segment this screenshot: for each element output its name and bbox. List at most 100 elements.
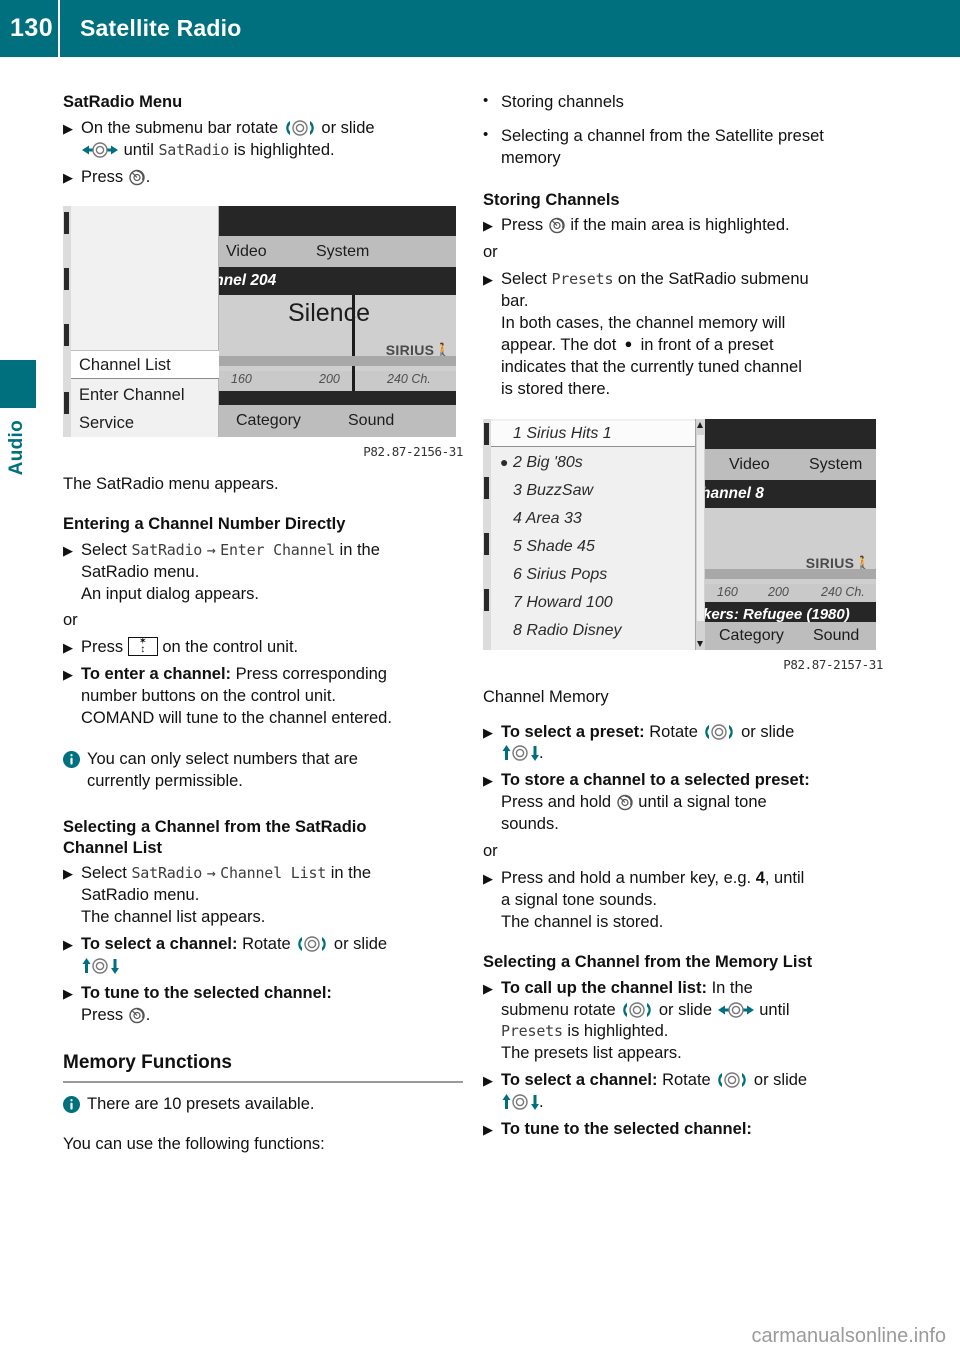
step-text: To store a channel to a selected preset:…: [501, 770, 883, 836]
step-item: ▶ To enter a channel: Press correspondin…: [63, 664, 463, 730]
step-text-line2: bar.: [501, 292, 529, 311]
list-item: • Selecting a channel from the Satellite…: [483, 126, 883, 170]
step-text-pre: Select: [501, 270, 547, 289]
alternative-or: or: [483, 243, 498, 262]
step-text: Select SatRadio → Enter Channel in the S…: [81, 540, 463, 606]
step-text-post: is highlighted.: [233, 140, 335, 159]
press-controller-icon: [128, 1006, 146, 1024]
step-text-line2-mid: or slide: [658, 1000, 713, 1019]
step-text: To enter a channel: Press corresponding …: [81, 664, 463, 730]
step-marker-icon: ▶: [483, 218, 493, 234]
heading-storing-channels: Storing Channels: [483, 190, 620, 209]
alternative-or: or: [63, 611, 78, 630]
preset-item-2[interactable]: ● 2 Big '80s: [491, 449, 703, 476]
slide-left-right-icon: [717, 1001, 755, 1019]
preset-item-5[interactable]: 5 Shade 45: [491, 533, 703, 560]
alternative-or: or: [483, 842, 498, 861]
step-text-line3: The channel list appears.: [81, 908, 266, 927]
step-text-pre: On the submenu bar rotate: [81, 118, 279, 137]
step-text: Select Presets on the SatRadio submenu b…: [501, 269, 883, 401]
step-item: ▶ To select a channel: Rotate or slide: [63, 934, 463, 978]
step-text-bold: To select a channel:: [81, 935, 238, 954]
figure1-description: The SatRadio menu appears.: [63, 475, 279, 494]
heading-line2: Channel List: [63, 838, 163, 857]
step-text-line6: is stored there.: [501, 380, 611, 398]
step-text-pre: Select: [81, 540, 127, 559]
left-column: SatRadio Menu ▶ On the submenu bar rotat…: [63, 92, 463, 1156]
right-column: • Storing channels • Selecting a channel…: [483, 92, 883, 1146]
step-text-bold: To tune to the selected channel:: [81, 983, 332, 1002]
preset-item-8[interactable]: 8 Radio Disney: [491, 617, 703, 644]
note-line2: currently permissible.: [87, 772, 243, 791]
step-marker-icon: ▶: [483, 773, 493, 789]
preset-label: 4 Area 33: [513, 509, 582, 527]
step-marker-icon: ▶: [483, 980, 493, 996]
scroll-up-arrow-icon[interactable]: [697, 421, 703, 428]
popup-item-service[interactable]: Service: [71, 410, 219, 437]
bullet-text: Storing channels: [501, 93, 624, 111]
bullet-marker-icon: •: [483, 92, 489, 109]
menubar-item-system: System: [316, 243, 370, 261]
menu-name-satradio: SatRadio: [131, 864, 203, 883]
menubar-item-video: Video: [729, 455, 770, 473]
step-text-rest: Press corresponding: [235, 665, 387, 684]
popup-item-channel-list[interactable]: Channel List: [71, 350, 219, 380]
step-text-post: if the main area is highlighted.: [570, 216, 790, 235]
rotate-controller-icon: [715, 1071, 749, 1089]
note-text: You can only select numbers that are cur…: [87, 749, 463, 793]
figure-channel-memory: Video System hannel 8 SIRIUS🚶 160 200 24…: [483, 418, 883, 674]
step-text-line3: An input dialog appears.: [81, 584, 259, 603]
preset-item-6[interactable]: 6 Sirius Pops: [491, 561, 703, 588]
step-item: ▶ To select a channel: Rotate or slide .: [483, 1070, 883, 1114]
step-text-line3: The channel is stored.: [501, 913, 664, 931]
step-marker-icon: ▶: [483, 871, 493, 887]
step-text-line2-post: .: [539, 1093, 544, 1112]
step-text-line2: SatRadio menu.: [81, 886, 200, 905]
step-text-line2: SatRadio menu.: [81, 562, 200, 581]
step-text-bold: To call up the channel list:: [501, 978, 707, 997]
note-text: There are 10 presets available.: [87, 1095, 315, 1114]
step-text-post: , until: [764, 869, 805, 888]
step-text-line2-post: .: [539, 744, 544, 763]
menu-name-presets: Presets: [501, 1022, 563, 1041]
figure-caption: P82.87-2156-31: [363, 444, 463, 460]
scrollbar-thumb[interactable]: [697, 434, 704, 621]
preset-stored-dot-icon: ●: [500, 453, 509, 470]
screen-scroll-rail: [483, 418, 491, 650]
memory-intro-text: You can use the following functions:: [63, 1135, 325, 1154]
preset-item-3[interactable]: 3 BuzzSaw: [491, 477, 703, 504]
scroll-down-arrow-icon[interactable]: [697, 640, 703, 647]
preset-item-7[interactable]: 7 Howard 100: [491, 589, 703, 616]
figure-satradio-menu: Phone Video System nnels: Channel 204 Si…: [63, 206, 463, 461]
slide-up-down-icon: [501, 1093, 539, 1111]
step-marker-icon: ▶: [63, 640, 73, 656]
step-text-line2-post: .: [145, 1005, 151, 1024]
popup-item-enter-channel[interactable]: Enter Channel: [71, 381, 219, 409]
comand-screen-1: Phone Video System nnels: Channel 204 Si…: [63, 206, 456, 438]
step-item: ▶ To store a channel to a selected prese…: [483, 770, 883, 836]
heading-satradio-menu: SatRadio Menu: [63, 93, 183, 111]
heading-line1: Selecting a Channel from the SatRadio: [63, 818, 367, 836]
step-marker-icon: ▶: [63, 667, 73, 683]
preset-item-4[interactable]: 4 Area 33: [491, 505, 703, 532]
submenu-item-sound: Sound: [348, 412, 395, 430]
number-key-value: 4: [755, 869, 765, 888]
step-text-bold: To tune to the selected channel:: [501, 1120, 752, 1139]
step-text-line2-post: until: [759, 1000, 790, 1019]
step-text-line2: a signal tone sounds.: [501, 891, 657, 910]
info-icon: [63, 749, 87, 793]
menu-name-presets: Presets: [551, 270, 614, 289]
step-text-rest: Rotate: [242, 935, 291, 954]
step-text-line4b: in front of a preset: [640, 336, 774, 355]
page-title: Satellite Radio: [80, 15, 242, 41]
step-marker-icon: ▶: [483, 1122, 493, 1138]
bullet-marker-icon: •: [483, 125, 489, 143]
presets-scrollbar[interactable]: [695, 418, 705, 650]
step-text-line3: sounds.: [501, 815, 559, 834]
step-item: ▶ Select SatRadio → Enter Channel in the…: [63, 540, 463, 606]
step-marker-icon: ▶: [63, 169, 73, 185]
step-text-bold: To select a preset:: [501, 722, 645, 741]
preset-item-1[interactable]: 1 Sirius Hits 1: [491, 420, 703, 447]
rotate-controller-icon: [620, 1001, 654, 1019]
step-text-pre: Press: [81, 638, 124, 657]
